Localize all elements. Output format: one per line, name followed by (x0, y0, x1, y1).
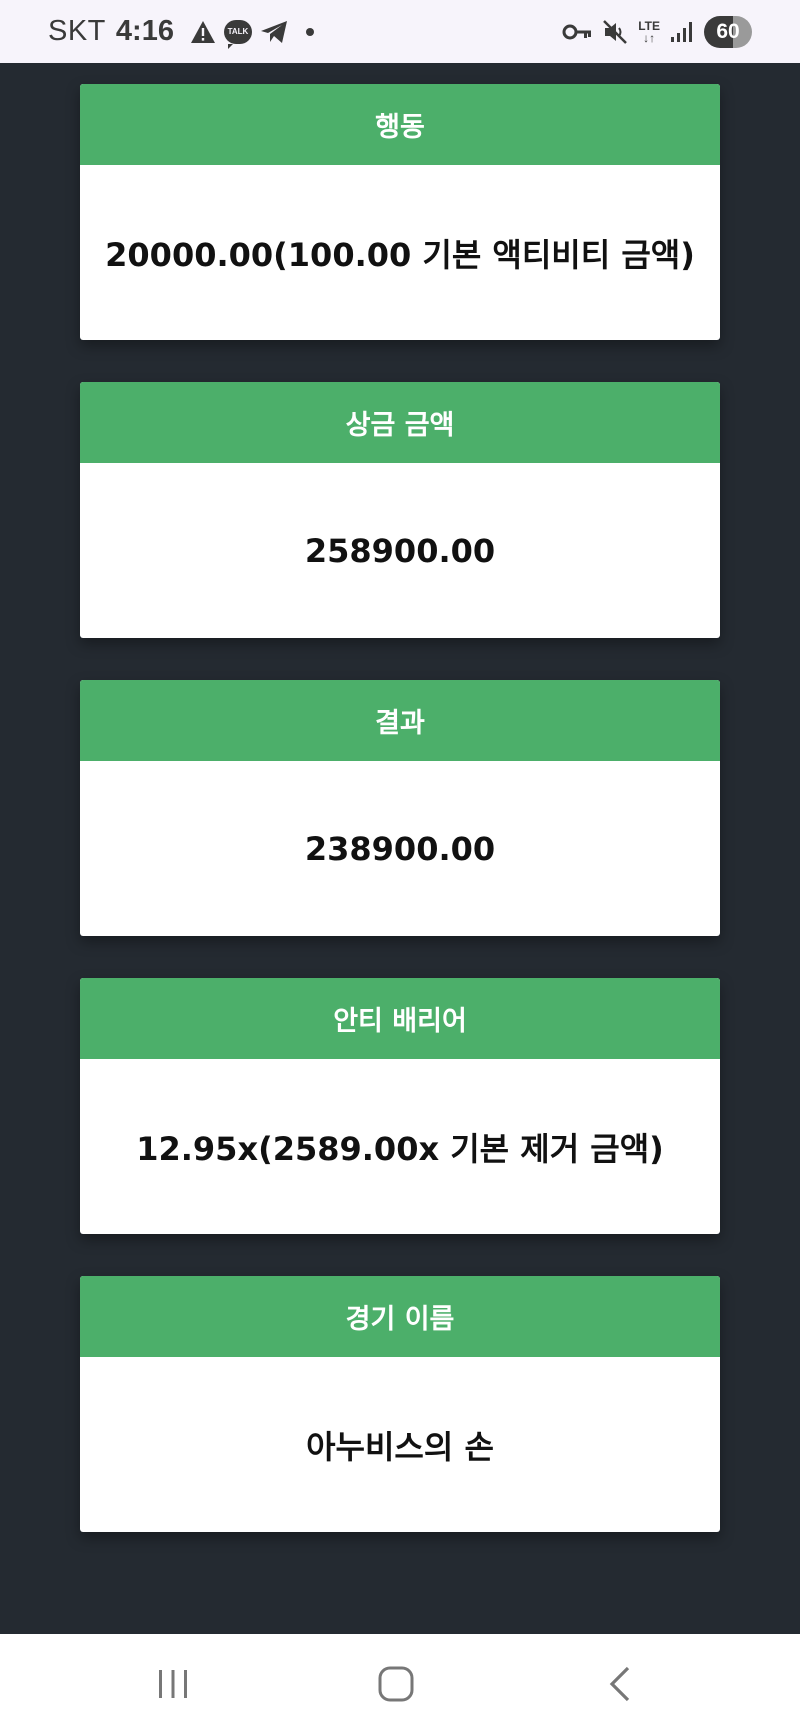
mute-icon (602, 19, 628, 45)
status-right: LTE ↓↑ 60 (562, 0, 752, 63)
card-value: 20000.00(100.00 기본 액티비티 금액) (105, 235, 695, 274)
game-name-card: 경기 이름 아누비스의 손 (80, 1276, 720, 1532)
activity-card: 행동 20000.00(100.00 기본 액티비티 금액) (80, 84, 720, 340)
recent-apps-button[interactable] (123, 1634, 223, 1734)
card-header: 안티 배리어 (80, 978, 720, 1059)
signal-icon (670, 21, 694, 43)
more-notifications-dot (305, 27, 314, 36)
navigation-bar (0, 1634, 800, 1734)
card-header: 경기 이름 (80, 1276, 720, 1357)
back-icon (609, 1666, 630, 1702)
warning-icon (190, 20, 216, 44)
card-header: 결과 (80, 680, 720, 761)
anti-barrier-card: 안티 배리어 12.95x(2589.00x 기본 제거 금액) (80, 978, 720, 1234)
battery-indicator: 60 (704, 15, 752, 48)
card-value: 258900.00 (304, 531, 496, 570)
status-time: 4:16 (115, 15, 174, 47)
back-button[interactable] (570, 1634, 670, 1734)
home-button[interactable] (346, 1634, 446, 1734)
status-bar: SKT 4:16 TALK LTE ↓↑ 60 (0, 0, 800, 63)
vpn-key-icon (562, 23, 592, 41)
card-header: 상금 금액 (80, 382, 720, 463)
card-value: 238900.00 (304, 829, 496, 868)
telegram-icon (260, 20, 288, 44)
prize-amount-card: 상금 금액 258900.00 (80, 382, 720, 638)
recent-apps-icon (159, 1670, 187, 1698)
status-left: SKT 4:16 TALK (48, 0, 314, 63)
result-card: 결과 238900.00 (80, 680, 720, 936)
home-icon (378, 1666, 414, 1702)
carrier-label: SKT (48, 15, 106, 47)
lte-icon: LTE ↓↑ (638, 18, 660, 45)
kakaotalk-icon: TALK (223, 19, 252, 49)
result-card-list: 행동 20000.00(100.00 기본 액티비티 금액) 상금 금액 258… (80, 84, 720, 1574)
card-value: 12.95x(2589.00x 기본 제거 금액) (136, 1129, 664, 1168)
card-value: 아누비스의 손 (306, 1427, 494, 1466)
card-header: 행동 (80, 84, 720, 165)
